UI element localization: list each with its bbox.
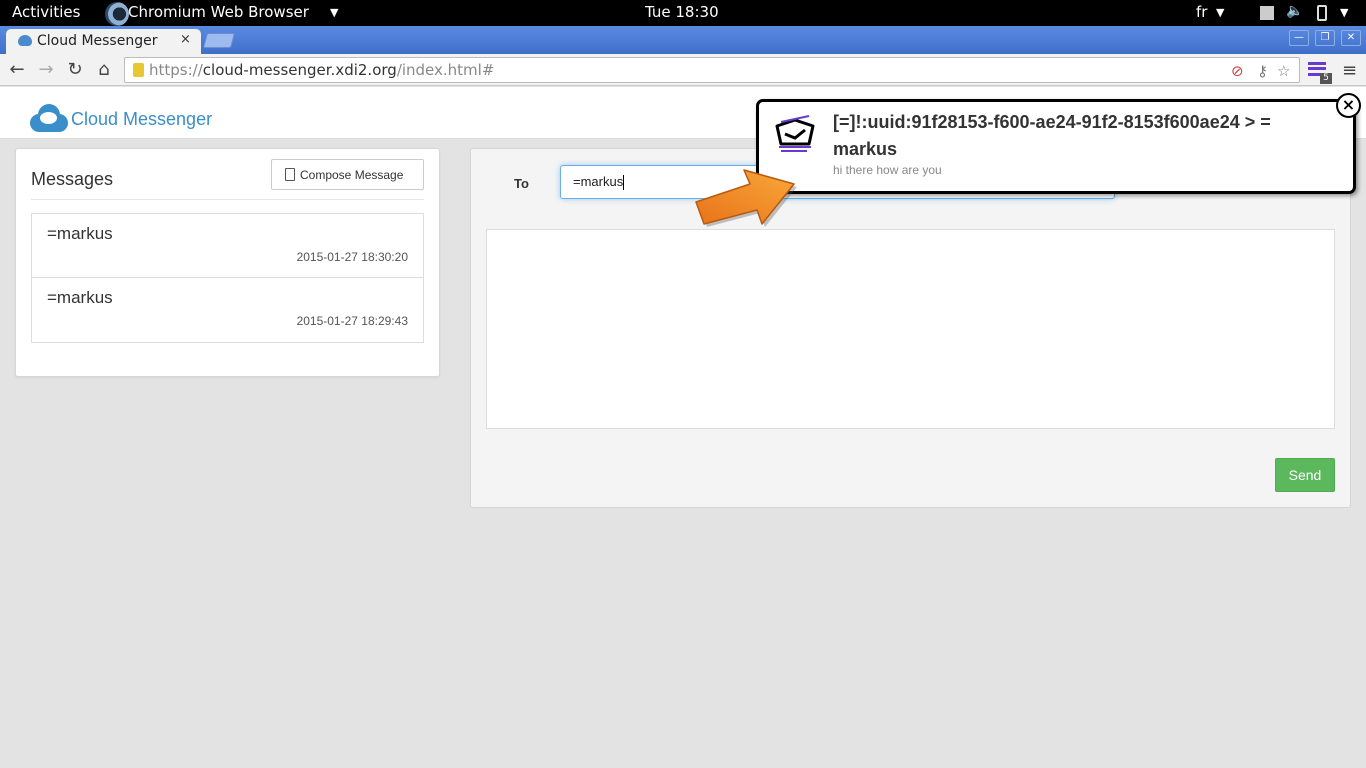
- cloud-favicon-icon: [18, 35, 32, 46]
- address-bar[interactable]: https://cloud-messenger.xdi2.org/index.h…: [124, 57, 1300, 83]
- to-label: To: [514, 176, 529, 191]
- app-menu-caret-icon[interactable]: ▼: [330, 3, 338, 19]
- chromium-icon: [105, 2, 129, 26]
- list-item[interactable]: =markus 2015-01-27 18:30:20: [32, 214, 423, 278]
- cloud-icon[interactable]: [30, 104, 68, 132]
- key-icon[interactable]: ⚷: [1257, 62, 1268, 80]
- message-from: =markus: [47, 224, 113, 243]
- volume-icon[interactable]: 🔈: [1286, 3, 1303, 19]
- notification-body: hi there how are you: [833, 163, 942, 177]
- desktop-notification[interactable]: [=]!:uuid:91f28153-f600-ae24-91f2-8153f6…: [756, 99, 1356, 194]
- url-text[interactable]: https://cloud-messenger.xdi2.org/index.h…: [149, 61, 494, 79]
- app-menu[interactable]: Chromium Web Browser: [128, 3, 309, 21]
- browser-toolbar: ← → ↻ ⌂ https://cloud-messenger.xdi2.org…: [0, 54, 1366, 86]
- compose-message-button[interactable]: Compose Message: [271, 159, 424, 190]
- tab-close-icon[interactable]: ×: [180, 32, 191, 47]
- window-close-button[interactable]: ✕: [1341, 30, 1361, 46]
- compose-panel: To =markus Send: [470, 148, 1351, 508]
- envelope-icon: [775, 115, 815, 152]
- divider: [31, 199, 424, 200]
- list-item[interactable]: =markus 2015-01-27 18:29:43: [32, 278, 423, 342]
- brand-link[interactable]: Cloud Messenger: [71, 109, 212, 130]
- arrow-pointer-icon: [695, 169, 797, 227]
- back-icon[interactable]: ←: [6, 59, 28, 81]
- menu-icon[interactable]: ≡: [1342, 60, 1357, 81]
- message-time: 2015-01-27 18:29:43: [296, 314, 408, 328]
- notification-close-icon[interactable]: ×: [1336, 93, 1361, 118]
- home-icon[interactable]: ⌂: [93, 59, 115, 81]
- blocked-content-icon[interactable]: ⊘: [1231, 62, 1244, 80]
- forward-icon[interactable]: →: [35, 59, 57, 81]
- keyboard-layout[interactable]: fr: [1196, 3, 1207, 21]
- message-body-textarea[interactable]: [486, 229, 1335, 429]
- battery-icon[interactable]: [1317, 5, 1327, 21]
- minimize-button[interactable]: —: [1289, 30, 1309, 46]
- keyboard-layout-caret-icon[interactable]: ▼: [1216, 6, 1224, 19]
- tab-strip: Cloud Messenger × — ❐ ✕: [0, 26, 1366, 54]
- reload-icon[interactable]: ↻: [64, 59, 86, 81]
- activities-button[interactable]: Activities: [12, 3, 80, 21]
- document-icon: [285, 168, 295, 181]
- new-tab-button[interactable]: [202, 33, 236, 48]
- message-time: 2015-01-27 18:30:20: [296, 250, 408, 264]
- to-input-value: =markus: [573, 174, 624, 189]
- extension-badge: 5: [1320, 73, 1332, 84]
- system-menu-caret-icon[interactable]: ▼: [1340, 6, 1348, 19]
- system-top-bar: Activities Chromium Web Browser ▼ Tue 18…: [0, 0, 1366, 26]
- text-cursor: [623, 175, 625, 191]
- tab-title: Cloud Messenger: [37, 33, 158, 49]
- notification-title: [=]!:uuid:91f28153-f600-ae24-91f2-8153f6…: [833, 112, 1271, 159]
- send-button[interactable]: Send: [1275, 458, 1335, 492]
- messages-panel: Messages Compose Message =markus 2015-01…: [15, 148, 440, 377]
- message-list: =markus 2015-01-27 18:30:20 =markus 2015…: [31, 213, 424, 343]
- star-icon[interactable]: ☆: [1277, 62, 1290, 80]
- tab-cloud-messenger[interactable]: Cloud Messenger ×: [6, 29, 201, 54]
- compose-message-label: Compose Message: [300, 168, 404, 182]
- lock-icon[interactable]: [133, 63, 144, 77]
- message-from: =markus: [47, 288, 113, 307]
- window-indicator-icon: [1260, 6, 1274, 20]
- messages-heading: Messages: [31, 169, 114, 189]
- clock[interactable]: Tue 18:30: [645, 3, 719, 21]
- restore-button[interactable]: ❐: [1315, 30, 1335, 46]
